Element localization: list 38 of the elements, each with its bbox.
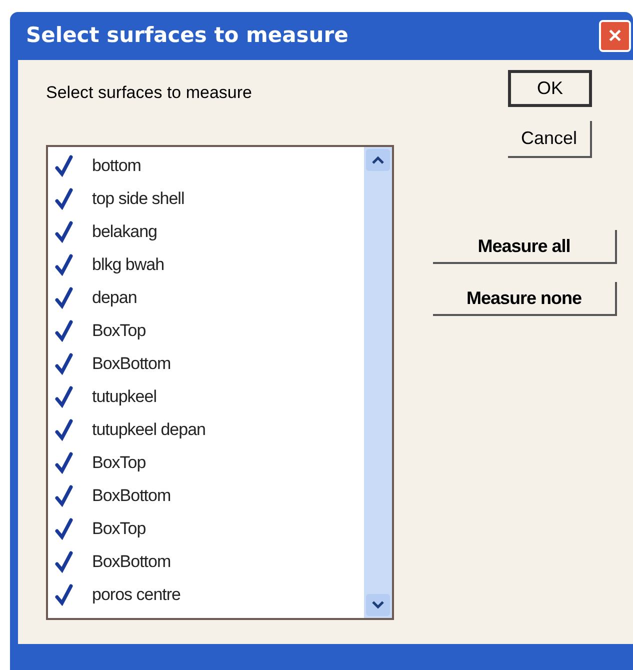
surface-name[interactable]: blkg bwah (92, 252, 164, 278)
prompt-text: Select surfaces to measure (46, 82, 252, 104)
surface-name[interactable]: BoxBottom (92, 350, 171, 376)
window-title: Select surfaces to measure (26, 22, 348, 50)
measure-button[interactable]: Measure none (433, 282, 617, 316)
check-mark-icon[interactable] (52, 220, 76, 244)
surface-name[interactable]: BoxBottom (92, 548, 171, 574)
surface-name[interactable]: BoxTop (92, 450, 146, 476)
surface-name[interactable]: bottom (92, 152, 141, 178)
check-mark-icon[interactable] (52, 154, 76, 178)
scroll-up-icon[interactable] (366, 149, 390, 171)
close-button[interactable]: ✕ (599, 20, 631, 52)
check-mark-icon[interactable] (52, 550, 76, 574)
check-mark-icon[interactable] (52, 186, 76, 210)
check-mark-icon[interactable] (52, 582, 76, 606)
surface-name[interactable]: tutupkeel (92, 384, 156, 410)
surface-name[interactable]: belakang (92, 218, 158, 244)
check-mark-icon[interactable] (52, 286, 76, 310)
check-mark-icon[interactable] (52, 318, 76, 342)
surface-name[interactable]: depan (92, 284, 137, 310)
scrollbar[interactable] (364, 147, 392, 618)
surface-name[interactable]: BoxTop (92, 318, 146, 344)
check-mark-icon[interactable] (52, 484, 76, 508)
surface-name[interactable]: BoxTop (92, 516, 146, 542)
check-mark-icon[interactable] (52, 252, 76, 276)
surface-name[interactable]: tutupkeel depan (92, 416, 206, 442)
check-mark-icon[interactable] (52, 384, 76, 408)
dialog-button[interactable]: Cancel (508, 121, 592, 158)
surface-name[interactable]: poros centre (92, 582, 180, 608)
scroll-down-icon[interactable] (366, 594, 390, 616)
dialog-button[interactable]: OK (508, 70, 592, 107)
check-mark-icon[interactable] (52, 450, 76, 474)
check-mark-icon[interactable] (52, 516, 76, 540)
surface-name[interactable]: top side shell (92, 186, 184, 212)
check-mark-icon[interactable] (52, 418, 76, 442)
measure-button[interactable]: Measure all (433, 230, 617, 264)
check-mark-icon[interactable] (52, 352, 76, 376)
surface-name[interactable]: BoxBottom (92, 482, 171, 508)
